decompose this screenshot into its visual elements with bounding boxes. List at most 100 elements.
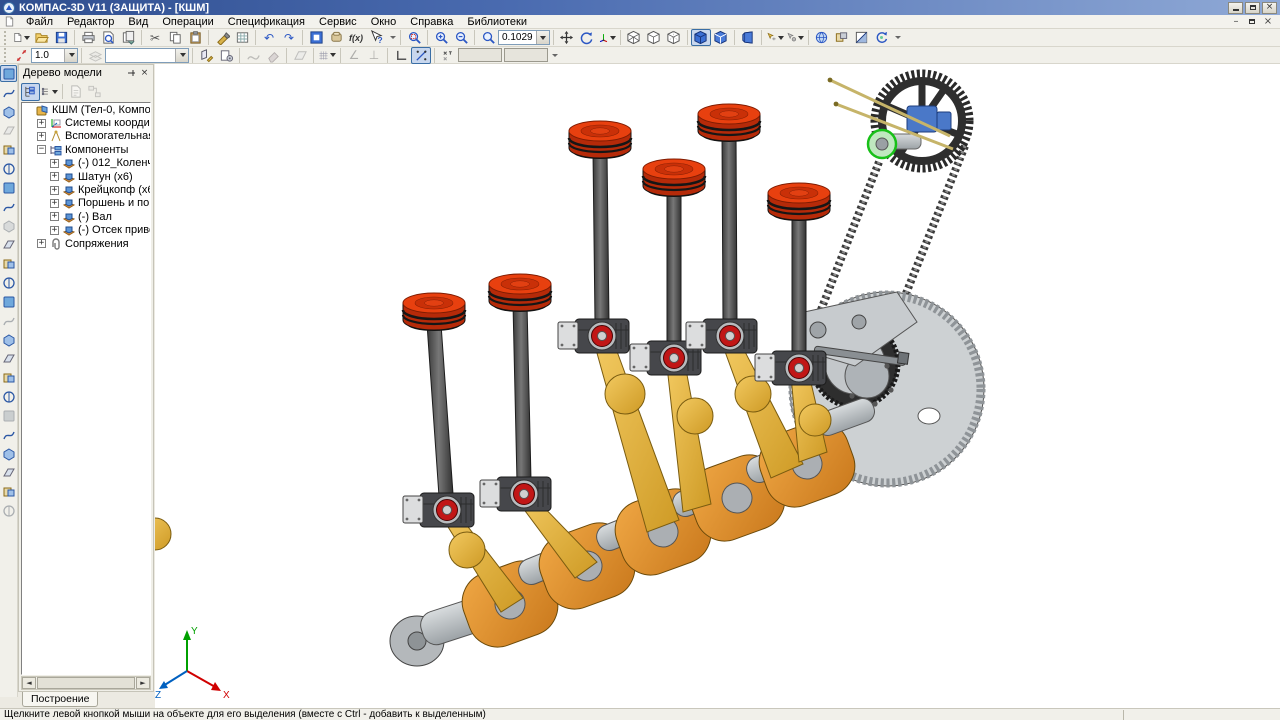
- eraser-button[interactable]: [263, 47, 283, 64]
- current-scale-combo[interactable]: 1.0: [31, 48, 78, 63]
- scroll-right-icon[interactable]: ►: [136, 677, 150, 689]
- open-button[interactable]: [31, 29, 51, 46]
- section-display-button[interactable]: [852, 29, 872, 46]
- close-panel-icon[interactable]: ×: [138, 67, 151, 80]
- pin-panel-icon[interactable]: [125, 67, 138, 80]
- compact-panel-tool-icon-19[interactable]: [0, 426, 17, 443]
- tree-structure-view-button[interactable]: [21, 83, 40, 101]
- close-button[interactable]: ×: [1262, 2, 1277, 14]
- expand-icon[interactable]: +: [37, 132, 46, 141]
- tab-construction[interactable]: Построение: [22, 692, 98, 707]
- menu-item-4[interactable]: Спецификация: [221, 16, 312, 28]
- expand-icon[interactable]: +: [50, 226, 59, 235]
- coordinate-y-field[interactable]: [504, 48, 548, 62]
- copy-button[interactable]: [165, 29, 185, 46]
- tree-item-4[interactable]: +(-) 012_Коленчатый ва: [22, 157, 150, 170]
- copy-properties-button[interactable]: [212, 29, 232, 46]
- grid-button[interactable]: [317, 47, 337, 64]
- hide-construction-button[interactable]: [785, 29, 805, 46]
- expand-icon[interactable]: +: [50, 199, 59, 208]
- display-wireframe-button[interactable]: [624, 29, 644, 46]
- properties-table-button[interactable]: [232, 29, 252, 46]
- undo-button[interactable]: ↶: [259, 29, 279, 46]
- rebuild-button[interactable]: [872, 29, 892, 46]
- scroll-thumb[interactable]: [37, 677, 135, 689]
- coordinates-button[interactable]: [438, 47, 458, 64]
- compact-panel-tool-icon-6[interactable]: [0, 179, 17, 196]
- corner-button[interactable]: [391, 47, 411, 64]
- rotate-button[interactable]: [577, 29, 597, 46]
- expand-icon[interactable]: +: [50, 212, 59, 221]
- menu-item-2[interactable]: Вид: [121, 16, 155, 28]
- coordinate-x-field[interactable]: [458, 48, 502, 62]
- spline-button[interactable]: [243, 47, 263, 64]
- compact-panel-tool-icon-7[interactable]: [0, 198, 17, 215]
- document-scale-button[interactable]: [11, 47, 31, 64]
- simplifications-button[interactable]: [812, 29, 832, 46]
- compact-panel-tool-icon-22[interactable]: [0, 483, 17, 500]
- zoom-out-button[interactable]: [451, 29, 471, 46]
- expand-icon[interactable]: +: [50, 186, 59, 195]
- functions-button[interactable]: f(x): [346, 29, 366, 46]
- tree-item-1[interactable]: +Системы координат: [22, 116, 150, 129]
- restore-button[interactable]: [1245, 2, 1260, 14]
- redo-button[interactable]: ↷: [279, 29, 299, 46]
- snap-perpendicular-button[interactable]: ⊥: [364, 47, 384, 64]
- compact-panel-tool-icon-3[interactable]: [0, 122, 17, 139]
- print-button[interactable]: [78, 29, 98, 46]
- scroll-left-icon[interactable]: ◄: [22, 677, 36, 689]
- expand-icon[interactable]: +: [50, 172, 59, 181]
- toolbar-overflow-button-2[interactable]: [894, 36, 903, 39]
- zoom-scale-dropdown[interactable]: [536, 31, 549, 44]
- variables-button[interactable]: [306, 29, 326, 46]
- toolbar-grip[interactable]: [4, 31, 8, 45]
- placement-plane-button[interactable]: [290, 47, 310, 64]
- compact-panel-tool-icon-5[interactable]: [0, 160, 17, 177]
- paste-button[interactable]: [185, 29, 205, 46]
- compact-panel-tool-icon-20[interactable]: [0, 445, 17, 462]
- compact-panel-tool-icon-21[interactable]: [0, 464, 17, 481]
- library-manager-button[interactable]: [326, 29, 346, 46]
- menu-item-6[interactable]: Окно: [364, 16, 404, 28]
- compact-panel-tool-icon-10[interactable]: [0, 255, 17, 272]
- pan-button[interactable]: [557, 29, 577, 46]
- context-help-button[interactable]: ?: [366, 29, 386, 46]
- viewport-3d[interactable]: Y X Z: [155, 64, 1280, 708]
- expand-icon[interactable]: +: [37, 239, 46, 248]
- tree-item-7[interactable]: +Поршень и поршневой: [22, 197, 150, 210]
- current-scale-dropdown[interactable]: [64, 49, 77, 62]
- mates-view-button[interactable]: [832, 29, 852, 46]
- compact-panel-tool-icon-11[interactable]: [0, 274, 17, 291]
- snap-angle-button[interactable]: ∠: [344, 47, 364, 64]
- tree-item-2[interactable]: +Вспомогательная геометри: [22, 130, 150, 143]
- cut-button[interactable]: ✂: [145, 29, 165, 46]
- display-hidden-removed-button[interactable]: [644, 29, 664, 46]
- toolbar-overflow-button-3[interactable]: [550, 54, 559, 57]
- display-shaded-button[interactable]: [691, 29, 711, 46]
- compact-panel-tool-icon-14[interactable]: [0, 331, 17, 348]
- tree-item-0[interactable]: +КШМ (Тел-0, Компонентов-21): [22, 103, 150, 116]
- layer-combo[interactable]: [105, 48, 189, 63]
- compact-panel-tool-icon-16[interactable]: [0, 369, 17, 386]
- display-shaded-wireframe-button[interactable]: [711, 29, 731, 46]
- compact-panel-tool-icon-2[interactable]: [0, 103, 17, 120]
- display-hidden-thin-button[interactable]: [664, 29, 684, 46]
- toolbar-grip-2[interactable]: [4, 48, 8, 62]
- layer-dropdown[interactable]: [175, 49, 188, 62]
- tree-item-5[interactable]: +Шатун (x6): [22, 170, 150, 183]
- compact-panel-tool-icon-23[interactable]: [0, 502, 17, 519]
- tree-horizontal-scrollbar[interactable]: ◄ ►: [21, 676, 151, 690]
- collapse-icon[interactable]: −: [37, 145, 46, 154]
- compact-panel-tool-icon-12[interactable]: [0, 293, 17, 310]
- zoom-scale-combo[interactable]: 0.1029: [498, 30, 550, 45]
- toolbar-overflow-button[interactable]: [388, 36, 397, 39]
- menu-item-5[interactable]: Сервис: [312, 16, 364, 28]
- zoom-to-fit-button[interactable]: [404, 29, 424, 46]
- hide-objects-button[interactable]: [765, 29, 785, 46]
- sketch-button[interactable]: [196, 47, 216, 64]
- tree-report-button[interactable]: [66, 83, 85, 101]
- zoom-selection-button[interactable]: [478, 29, 498, 46]
- doc-minimize-button[interactable]: –: [1230, 16, 1242, 27]
- compact-panel-tool-icon-13[interactable]: [0, 312, 17, 329]
- display-perspective-button[interactable]: [738, 29, 758, 46]
